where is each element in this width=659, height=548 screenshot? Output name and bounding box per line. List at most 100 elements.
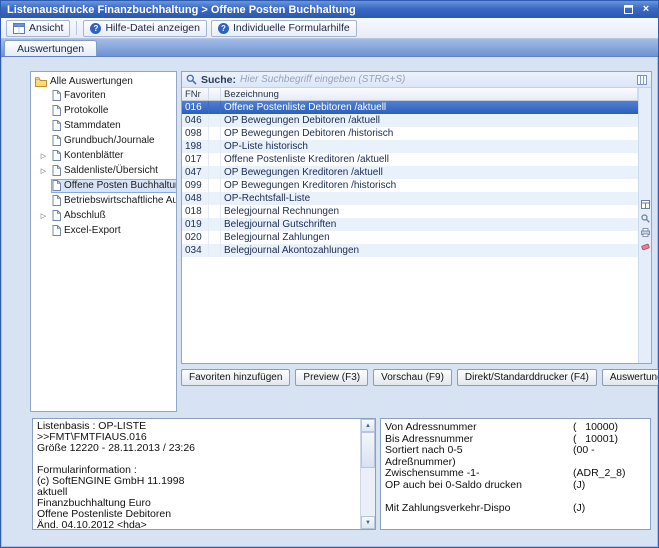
param-row-6 (385, 491, 646, 503)
table-row-048[interactable]: 048OP-Rechtsfall-Liste (182, 192, 638, 205)
hilfe-datei-button[interactable]: ? Hilfe-Datei anzeigen (83, 20, 207, 37)
tree-item-9[interactable]: Excel-Export (31, 223, 176, 238)
tree-item-2[interactable]: Stammdaten (31, 118, 176, 133)
search-options-icon[interactable] (637, 75, 647, 85)
action-button-2[interactable]: Vorschau (F9) (373, 369, 452, 386)
param-label: Sortiert nach 0-5 (385, 445, 573, 457)
action-button-3[interactable]: Direkt/Standarddrucker (F4) (457, 369, 597, 386)
document-icon (52, 90, 61, 101)
table-row-018[interactable]: 018Belegjournal Rechnungen (182, 205, 638, 218)
cell-flag (209, 140, 221, 153)
toolbar-separator (76, 21, 77, 35)
table-row-046[interactable]: 046OP Bewegungen Debitoren /aktuell (182, 114, 638, 127)
tree-item-inner: Kontenblätter (51, 149, 127, 163)
param-row-2: Sortiert nach 0-5(00 - (385, 445, 646, 457)
table-row-019[interactable]: 019 Belegjournal Gutschriften (182, 218, 638, 231)
action-button-0[interactable]: Favoriten hinzufügen (181, 369, 290, 386)
cell-flag (209, 127, 221, 140)
table-main: FNr Bezeichnung 016Offene Postenliste De… (182, 88, 638, 363)
ansicht-button[interactable]: Ansicht (6, 20, 70, 37)
help-icon: ? (218, 23, 229, 34)
cell-flag (209, 244, 221, 257)
hilfe-datei-label: Hilfe-Datei anzeigen (105, 22, 200, 34)
cell-bezeichnung: Belegjournal Rechnungen (221, 206, 638, 217)
table-row-098[interactable]: 098OP Bewegungen Debitoren /historisch (182, 127, 638, 140)
search-input[interactable] (240, 74, 633, 85)
table-row-034[interactable]: 034 Belegjournal Akontozahlungen (182, 244, 638, 257)
tree-item-label: Abschluß (64, 210, 106, 221)
scroll-track[interactable] (361, 432, 375, 516)
zoom-search-icon[interactable] (641, 214, 650, 223)
table-row-020[interactable]: 020Belegjournal Zahlungen (182, 231, 638, 244)
document-icon (52, 195, 61, 206)
tree-item-inner: Abschluß (51, 209, 109, 223)
tree-item-inner: Betriebswirtschaftliche Auswertungen (51, 194, 177, 208)
expand-arrow-icon[interactable]: ▷ (39, 212, 48, 220)
cell-fnr: 016 (182, 101, 209, 114)
column-header-flag[interactable] (209, 88, 221, 100)
cell-bezeichnung: OP Bewegungen Debitoren /historisch (221, 128, 638, 139)
tree-item-0[interactable]: Favoriten (31, 88, 176, 103)
param-row-1: Bis Adressnummer( 10001) (385, 434, 646, 446)
tree-item-5[interactable]: ▷Saldenliste/Übersicht (31, 163, 176, 178)
folder-icon (35, 77, 47, 87)
param-value: ( 10000) (573, 422, 618, 434)
column-header-fnr[interactable]: FNr (182, 88, 209, 100)
tree-item-3[interactable]: Grundbuch/Journale (31, 133, 176, 148)
param-label (385, 491, 573, 503)
expand-arrow-icon[interactable]: ▷ (39, 152, 48, 160)
table-tool-strip (638, 88, 651, 363)
tree-item-6[interactable]: Offene Posten Buchhaltung (31, 178, 176, 193)
info-line: Änd. 04.10.2012 <hda> (37, 520, 357, 530)
info-scrollbar[interactable]: ▲ ▼ (360, 419, 375, 529)
tree-item-1[interactable]: Protokolle (31, 103, 176, 118)
table-row-016[interactable]: 016Offene Postenliste Debitoren /aktuell (182, 101, 638, 114)
info-lines: Listenbasis : OP-LISTE>>FMT\FMTFIAUS.016… (37, 421, 357, 530)
formularhilfe-button[interactable]: ? Individuelle Formularhilfe (211, 20, 357, 37)
cell-bezeichnung: Belegjournal Gutschriften (221, 219, 638, 230)
cell-fnr: 034 (182, 244, 209, 257)
table-row-017[interactable]: 017Offene Postenliste Kreditoren /aktuel… (182, 153, 638, 166)
scroll-up-icon[interactable]: ▲ (361, 419, 375, 432)
scroll-down-icon[interactable]: ▼ (361, 516, 375, 529)
document-icon (52, 180, 61, 191)
cell-fnr: 048 (182, 192, 209, 205)
table-row-099[interactable]: 099OP Bewegungen Kreditoren /historisch (182, 179, 638, 192)
tree-item-8[interactable]: ▷ Abschluß (31, 208, 176, 223)
scroll-thumb[interactable] (361, 432, 375, 468)
columns-icon[interactable] (641, 200, 650, 209)
tree-items: FavoritenProtokolleStammdatenGrundbuch/J… (31, 88, 176, 238)
cell-bezeichnung: OP Bewegungen Kreditoren /aktuell (221, 167, 638, 178)
tree-item-7[interactable]: Betriebswirtschaftliche Auswertungen (31, 193, 176, 208)
tree-item-inner: Saldenliste/Übersicht (51, 164, 161, 178)
print-icon[interactable] (641, 228, 650, 237)
action-button-4[interactable]: Auswertung drucken (602, 369, 659, 386)
tree-panel: Alle Auswertungen FavoritenProtokolleSta… (30, 71, 177, 412)
eraser-icon[interactable] (641, 242, 650, 251)
document-icon (52, 135, 61, 146)
close-button[interactable]: × (638, 3, 654, 16)
table-row-198[interactable]: 198OP-Liste historisch (182, 140, 638, 153)
cell-bezeichnung: Belegjournal Akontozahlungen (221, 245, 638, 256)
tab-auswertungen[interactable]: Auswertungen (4, 40, 97, 56)
cell-fnr: 198 (182, 140, 209, 153)
cell-bezeichnung: OP Bewegungen Kreditoren /historisch (221, 180, 638, 191)
close-icon: × (643, 4, 649, 15)
maximize-button[interactable] (620, 3, 636, 16)
cell-flag (209, 101, 221, 114)
expand-arrow-icon[interactable]: ▷ (39, 167, 48, 175)
toolbar: Ansicht ? Hilfe-Datei anzeigen ? Individ… (1, 18, 658, 39)
table-row-047[interactable]: 047OP Bewegungen Kreditoren /aktuell (182, 166, 638, 179)
cell-fnr: 019 (182, 218, 209, 231)
action-button-1[interactable]: Preview (F3) (295, 369, 368, 386)
tree-item-4[interactable]: ▷Kontenblätter (31, 148, 176, 163)
param-value: (00 - (573, 445, 595, 457)
param-label: Von Adressnummer (385, 422, 573, 434)
tree-item-label: Offene Posten Buchhaltung (64, 180, 177, 191)
param-value: (J) (573, 503, 585, 515)
content-area: Alle Auswertungen FavoritenProtokolleSta… (1, 57, 658, 547)
param-label: Zwischensumme -1- (385, 468, 573, 480)
tree-root[interactable]: Alle Auswertungen (31, 75, 176, 88)
column-header-bezeichnung[interactable]: Bezeichnung (221, 88, 638, 100)
param-row-4: Zwischensumme -1-(ADR_2_8) (385, 468, 646, 480)
